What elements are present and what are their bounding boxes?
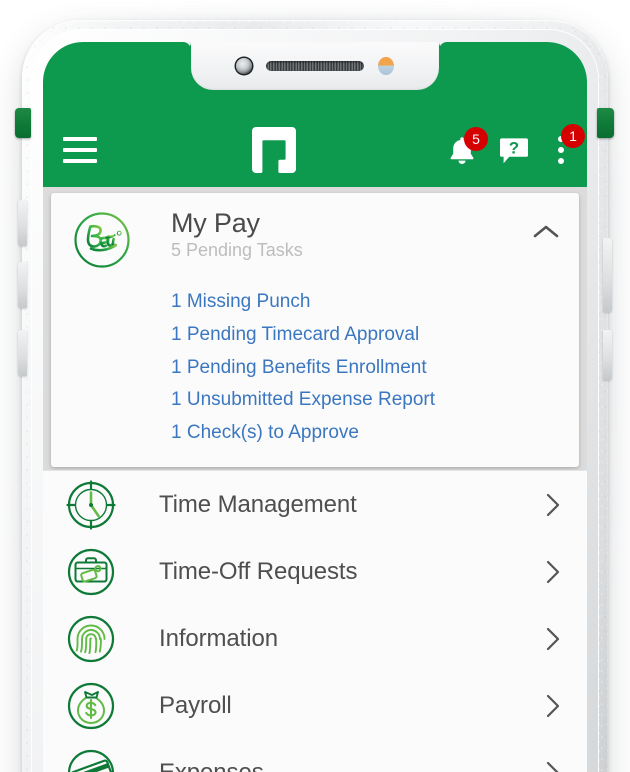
hamburger-bar xyxy=(63,159,97,163)
overflow-badge: 1 xyxy=(561,124,585,148)
hamburger-bar xyxy=(63,148,97,152)
briefcase-camera-icon xyxy=(65,546,117,598)
phone-volume-up-button[interactable] xyxy=(18,200,27,246)
phone-power-button[interactable] xyxy=(603,238,612,312)
my-pay-card-header: My Pay 5 Pending Tasks xyxy=(65,207,565,271)
my-pay-title: My Pay xyxy=(171,208,260,238)
credit-card-icon xyxy=(65,747,117,772)
my-pay-card[interactable]: My Pay 5 Pending Tasks 1 Missing Punch 1… xyxy=(51,193,579,467)
chevron-right-icon[interactable] xyxy=(543,626,563,652)
help-button[interactable]: ? xyxy=(497,130,531,170)
hamburger-menu-icon[interactable] xyxy=(63,135,103,165)
menu-item-label: Expenses xyxy=(159,758,264,772)
help-chat-bubble-icon: ? xyxy=(500,138,528,164)
screenshot-root: 5 ? 1 My Pay 5 Pending Tasks 1 Missing P… xyxy=(0,0,630,772)
earpiece-speaker-icon xyxy=(266,61,364,71)
menu-item-information[interactable]: Information xyxy=(43,605,587,672)
task-link[interactable]: 1 Unsubmitted Expense Report xyxy=(171,385,435,416)
phone-screen: 5 ? 1 My Pay 5 Pending Tasks 1 Missing P… xyxy=(43,42,587,772)
kebab-dot xyxy=(558,158,564,164)
phone-assistant-button[interactable] xyxy=(18,330,27,376)
notifications-button[interactable]: 5 xyxy=(445,127,488,170)
svg-text:?: ? xyxy=(509,139,519,158)
clock-icon xyxy=(65,479,117,531)
phone-volume-down-button[interactable] xyxy=(18,262,27,308)
my-pay-subtitle: 5 Pending Tasks xyxy=(171,240,303,261)
fingerprint-icon xyxy=(65,613,117,665)
phone-left-accent-button[interactable] xyxy=(15,108,31,138)
task-link[interactable]: 1 Check(s) to Approve xyxy=(171,418,359,449)
screen-content: My Pay 5 Pending Tasks 1 Missing Punch 1… xyxy=(43,187,587,772)
overflow-menu-button[interactable]: 1 xyxy=(549,124,585,170)
task-link[interactable]: 1 Missing Punch xyxy=(171,287,310,318)
paycom-logo-icon xyxy=(252,127,296,173)
hamburger-bar xyxy=(63,137,97,141)
pending-task-list: 1 Missing Punch 1 Pending Timecard Appro… xyxy=(171,287,565,449)
phone-side-button[interactable] xyxy=(603,330,612,380)
task-link[interactable]: 1 Pending Timecard Approval xyxy=(171,320,419,351)
my-pay-card-titles: My Pay 5 Pending Tasks xyxy=(171,207,529,261)
app-bar-actions: 5 ? 1 xyxy=(445,124,585,170)
chevron-right-icon[interactable] xyxy=(543,492,563,518)
notifications-badge: 5 xyxy=(464,127,488,151)
menu-item-label: Time-Off Requests xyxy=(159,557,358,585)
menu-item-label: Payroll xyxy=(159,691,232,719)
chevron-right-icon[interactable] xyxy=(543,760,563,772)
front-camera-icon xyxy=(236,58,252,74)
proximity-sensor-icon xyxy=(378,57,394,75)
money-bag-dollar-icon xyxy=(65,680,117,732)
menu-item-payroll[interactable]: Payroll xyxy=(43,672,587,739)
main-menu-list: Time Management Time-Off Requests Inform… xyxy=(43,470,587,772)
app-bar-row: 5 ? 1 xyxy=(43,120,587,180)
menu-item-label: Information xyxy=(159,624,278,652)
phone-right-accent-button[interactable] xyxy=(597,108,614,138)
menu-item-label: Time Management xyxy=(159,490,357,518)
chevron-right-icon[interactable] xyxy=(543,693,563,719)
chevron-up-icon[interactable] xyxy=(529,215,563,249)
menu-item-time-management[interactable]: Time Management xyxy=(43,471,587,538)
chevron-right-icon[interactable] xyxy=(543,559,563,585)
beti-logo-icon xyxy=(71,209,133,271)
phone-notch xyxy=(191,42,439,90)
task-link[interactable]: 1 Pending Benefits Enrollment xyxy=(171,353,427,384)
menu-item-expenses[interactable]: Expenses xyxy=(43,739,587,772)
menu-item-time-off-requests[interactable]: Time-Off Requests xyxy=(43,538,587,605)
kebab-dot xyxy=(558,147,564,153)
